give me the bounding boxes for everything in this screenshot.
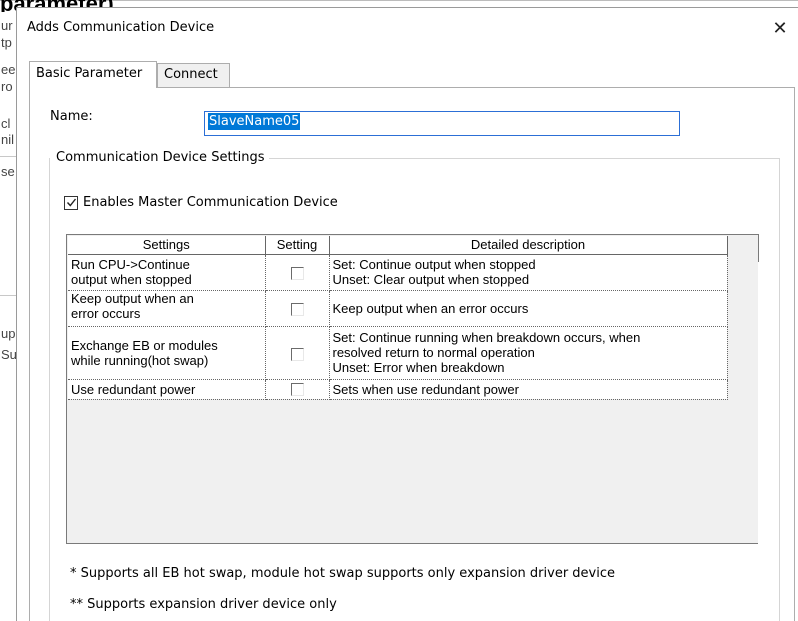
column-header-settings: Settings bbox=[68, 236, 266, 255]
name-input[interactable]: SlaveName05 bbox=[204, 111, 680, 136]
description-line: Set: Continue output when stopped bbox=[332, 257, 536, 272]
background-text-fragment: nil bbox=[1, 133, 15, 147]
background-text-fragment: Su bbox=[1, 348, 16, 362]
hot-swap-checkbox[interactable] bbox=[290, 347, 304, 361]
tab-connect[interactable]: Connect bbox=[157, 63, 230, 87]
background-text-fragment: tp bbox=[1, 36, 12, 50]
dialog-title: Adds Communication Device bbox=[27, 20, 215, 35]
setting-name-line: error occurs bbox=[71, 305, 141, 321]
background-text-fragment: cl bbox=[1, 117, 11, 131]
grid-border bbox=[758, 234, 759, 262]
setting-name-cell: Exchange EB or modules while running(hot… bbox=[68, 326, 266, 380]
background-text-fragment: up bbox=[1, 327, 16, 341]
setting-name-line: Use redundant power bbox=[71, 381, 196, 397]
background-panel bbox=[0, 12, 16, 621]
name-input-value: SlaveName05 bbox=[208, 113, 301, 130]
note-expansion-driver: ** Supports expansion driver device only bbox=[70, 597, 337, 612]
description-cell: Sets when use redundant power bbox=[329, 379, 728, 400]
description-line: Sets when use redundant power bbox=[332, 381, 519, 397]
description-line: Unset: Error when breakdown bbox=[332, 360, 505, 375]
table-row: Use redundant power Sets when use redund… bbox=[68, 379, 728, 400]
setting-name-line: output when stopped bbox=[71, 272, 192, 287]
description-cell: Set: Continue output when stopped Unset:… bbox=[329, 254, 728, 291]
setting-checkbox-cell bbox=[265, 379, 330, 400]
setting-checkbox-cell bbox=[265, 254, 330, 291]
description-line: Set: Continue running when breakdown occ… bbox=[332, 330, 641, 345]
basic-parameter-panel: Name: SlaveName05 Communication Device S… bbox=[29, 87, 795, 621]
use-redundant-power-checkbox[interactable] bbox=[290, 382, 304, 396]
background-text-fragment: ee bbox=[1, 63, 16, 77]
description-line: Unset: Clear output when stopped bbox=[332, 272, 530, 287]
name-label: Name: bbox=[50, 109, 93, 124]
setting-name-line: Run CPU->Continue bbox=[71, 257, 190, 272]
table-row: Exchange EB or modules while running(hot… bbox=[68, 326, 728, 380]
adds-communication-device-dialog: Adds Communication Device ✕ Basic Parame… bbox=[16, 7, 798, 621]
settings-table: Settings Setting Detailed description Ru… bbox=[68, 236, 728, 400]
background-divider bbox=[0, 156, 16, 157]
background-divider bbox=[0, 295, 16, 296]
enable-master-communication-row[interactable]: Enables Master Communication Device bbox=[64, 195, 338, 210]
background-text-fragment: se bbox=[1, 165, 15, 179]
close-icon[interactable]: ✕ bbox=[770, 18, 790, 39]
table-row: Run CPU->Continue output when stopped Se… bbox=[68, 254, 728, 291]
description-line: Keep output when an error occurs bbox=[332, 300, 529, 316]
table-header-row: Settings Setting Detailed description bbox=[68, 236, 728, 255]
checkmark-icon bbox=[66, 198, 76, 207]
group-title: Communication Device Settings bbox=[50, 150, 269, 165]
tab-basic-parameter[interactable]: Basic Parameter bbox=[29, 61, 157, 88]
description-line: resolved return to normal operation bbox=[332, 345, 535, 360]
setting-name-line: while running(hot swap) bbox=[71, 352, 209, 368]
dialog-titlebar[interactable]: Adds Communication Device ✕ bbox=[17, 8, 798, 50]
setting-name-cell: Use redundant power bbox=[68, 379, 266, 400]
screen: parameter). ur tp ee ro cl nil se up Su … bbox=[0, 0, 798, 621]
enable-master-communication-label: Enables Master Communication Device bbox=[83, 195, 338, 210]
note-hot-swap: * Supports all EB hot swap, module hot s… bbox=[70, 566, 616, 581]
setting-checkbox-cell bbox=[265, 290, 330, 327]
setting-checkbox-cell bbox=[265, 326, 330, 380]
column-header-setting: Setting bbox=[265, 236, 330, 255]
description-cell: Keep output when an error occurs bbox=[329, 290, 728, 327]
enable-master-communication-checkbox[interactable] bbox=[64, 195, 78, 210]
setting-name-cell: Keep output when an error occurs bbox=[68, 290, 266, 327]
setting-name-cell: Run CPU->Continue output when stopped bbox=[68, 254, 266, 291]
table-row: Keep output when an error occurs Keep ou… bbox=[68, 290, 728, 327]
keep-output-on-error-checkbox[interactable] bbox=[290, 303, 304, 316]
column-header-detailed-description: Detailed description bbox=[329, 236, 728, 255]
settings-grid: Settings Setting Detailed description Ru… bbox=[66, 234, 758, 544]
setting-name-line: Exchange EB or modules bbox=[71, 337, 218, 353]
background-text-fragment: ro bbox=[1, 80, 13, 94]
background-text-fragment: ur bbox=[1, 19, 13, 33]
run-cpu-continue-output-checkbox[interactable] bbox=[290, 267, 304, 280]
description-cell: Set: Continue running when breakdown occ… bbox=[329, 326, 728, 380]
setting-name-line: Keep output when an bbox=[71, 290, 194, 306]
